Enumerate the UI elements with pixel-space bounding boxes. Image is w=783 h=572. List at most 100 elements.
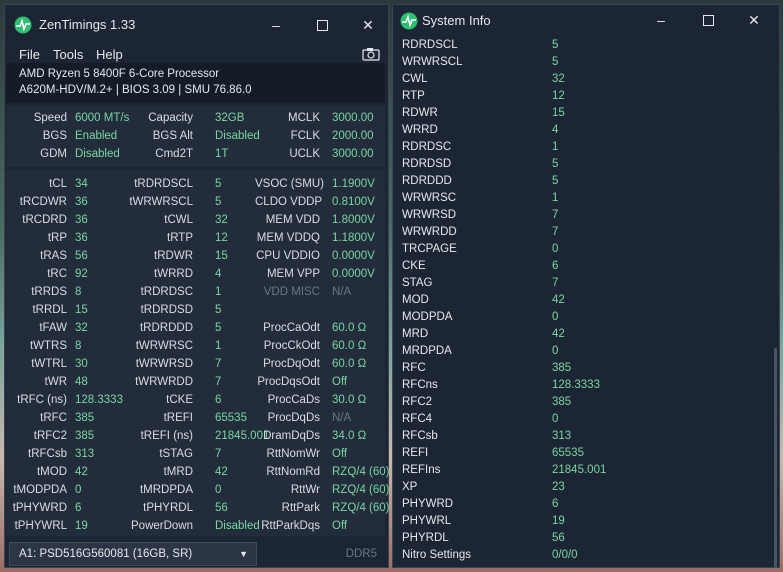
label-mem-vpp: MEM VPP <box>266 268 320 280</box>
si-row-refins: REFIns 21845.001 <box>393 463 773 480</box>
si-key: RDRDSCL <box>402 39 458 51</box>
label-rttpark: RttPark <box>281 502 320 514</box>
minimize-icon[interactable]: – <box>649 8 673 32</box>
si-value: 5 <box>552 56 559 68</box>
menu-help[interactable]: Help <box>96 47 123 62</box>
si-value: 56 <box>552 532 565 544</box>
label-procckodt: ProcCkOdt <box>263 340 320 352</box>
value-procdqsodt: Off <box>332 376 348 388</box>
close-icon[interactable]: ✕ <box>356 13 380 37</box>
zt-titlebar[interactable]: ZenTimings 1.33 – ✕ <box>5 5 388 45</box>
label-cpu-vddio: CPU VDDIO <box>256 250 320 262</box>
si-value: 0/0/0 <box>552 549 578 561</box>
si-value: 0 <box>552 345 559 357</box>
si-key: RFC2 <box>402 396 433 408</box>
si-value: 128.3333 <box>552 379 600 391</box>
si-value: 7 <box>552 277 559 289</box>
si-key: REFIns <box>402 464 441 476</box>
value-rttwr: RZQ/4 (60) <box>332 484 390 496</box>
si-key: WRWRSCL <box>402 56 463 68</box>
si-row-trcpage: TRCPAGE 0 <box>393 242 773 259</box>
si-row-wrrd: WRRD 4 <box>393 123 773 140</box>
si-key: MODPDA <box>402 311 453 323</box>
si-value: 65535 <box>552 447 584 459</box>
si-value: 5 <box>552 175 559 187</box>
label-tfaw: tFAW <box>39 322 67 334</box>
camera-icon[interactable] <box>362 47 380 61</box>
label-tcke: tCKE <box>166 394 193 406</box>
value-proccads: 30.0 Ω <box>332 394 367 406</box>
si-value: 5 <box>552 39 559 51</box>
label-tmodpda: tMODPDA <box>13 484 67 496</box>
label-twrrd: tWRRD <box>154 268 193 280</box>
system-info-list: RDRDSCL 5 WRWRSCL 5 CWL 32 RTP 12 RDWR 15 WRRD 4 RDR… <box>393 38 773 571</box>
si-row-mod: MOD 42 <box>393 293 773 310</box>
si-row-cwl: CWL 32 <box>393 72 773 89</box>
menu-tools[interactable]: Tools <box>53 47 83 62</box>
label-trp: tRP <box>47 232 67 244</box>
label-proccaodt: ProcCaOdt <box>263 322 320 334</box>
si-row-rfc4: RFC4 0 <box>393 412 773 429</box>
si-titlebar[interactable]: System Info – ✕ <box>393 5 779 37</box>
maximize-icon[interactable] <box>696 8 720 32</box>
value-cpu-vddio: 0.0000V <box>332 250 375 262</box>
si-value: 0 <box>552 243 559 255</box>
si-row-wrwrscl: WRWRSCL 5 <box>393 55 773 72</box>
si-key: RDRDDD <box>402 175 452 187</box>
value-rttnomwr: Off <box>332 448 348 460</box>
label-cmd2t: Cmd2T <box>155 148 193 160</box>
label-mclk: MCLK <box>288 112 320 124</box>
label-rttparkdqs: RttParkDqs <box>261 520 320 532</box>
si-key: WRWRSC <box>402 192 457 204</box>
si-value: 7 <box>552 226 559 238</box>
si-row-mrd: MRD 42 <box>393 327 773 344</box>
si-value: 23 <box>552 481 565 493</box>
label-capacity: Capacity <box>148 112 193 124</box>
value-trdrdsd: 5 <box>215 304 222 316</box>
si-value: 313 <box>552 430 572 442</box>
value-rttnomrd: RZQ/4 (60) <box>332 466 390 478</box>
menu-file[interactable]: File <box>19 47 40 62</box>
value-procckodt: 60.0 Ω <box>332 340 367 352</box>
si-key: PHYWRD <box>402 498 454 510</box>
value-mem-vdd: 1.8000V <box>332 214 375 226</box>
label-trefi: tREFI <box>163 412 193 424</box>
value-rttparkdqs: Off <box>332 520 348 532</box>
si-value: 5 <box>552 158 559 170</box>
si-row-cke: CKE 6 <box>393 259 773 276</box>
value-procdqodt: 60.0 Ω <box>332 358 367 370</box>
dimm-select[interactable]: A1: PSD516G560081 (16GB, SR) ▼ <box>9 542 257 566</box>
label-speed: Speed <box>33 112 67 124</box>
si-row-phywrl: PHYWRL 19 <box>393 514 773 531</box>
label-twrwrdd: tWRWRDD <box>135 376 193 388</box>
system-info-window: System Info – ✕ RDRDSCL 5 WRWRSCL 5 CWL 32 RTP… <box>392 4 780 568</box>
minimize-icon[interactable]: – <box>264 13 288 37</box>
label-gdm: GDM <box>40 148 67 160</box>
si-row-rtp: RTP 12 <box>393 89 773 106</box>
si-value: 6 <box>552 498 559 510</box>
si-value: 1 <box>552 192 559 204</box>
label-trcdwr: tRCDWR <box>19 196 67 208</box>
si-value: 0 <box>552 311 559 323</box>
si-key: MRDPDA <box>402 345 452 357</box>
label-powerdown: PowerDown <box>131 520 193 532</box>
si-row-stag: STAG 7 <box>393 276 773 293</box>
label-trdwr: tRDWR <box>154 250 193 262</box>
maximize-icon[interactable] <box>310 13 334 37</box>
si-value: 42 <box>552 294 565 306</box>
label-trfcsb: tRFCsb <box>28 448 67 460</box>
si-value: 19 <box>552 515 565 527</box>
si-scrollbar[interactable] <box>774 348 777 568</box>
label-fclk: FCLK <box>290 130 320 142</box>
si-value: 385 <box>552 362 572 374</box>
label-vsoc-smu: VSOC (SMU) <box>255 178 324 190</box>
si-key: RFCsb <box>402 430 438 442</box>
value-proccaodt: 60.0 Ω <box>332 322 367 334</box>
si-key: Nitro Settings <box>402 549 472 561</box>
label-trrdl: tRRDL <box>32 304 67 316</box>
close-icon[interactable]: ✕ <box>742 8 766 32</box>
si-key: WRWRSD <box>402 209 457 221</box>
si-row-mrdpda: MRDPDA 0 <box>393 344 773 361</box>
si-key: CKE <box>402 260 426 272</box>
si-value: 1 <box>552 141 559 153</box>
